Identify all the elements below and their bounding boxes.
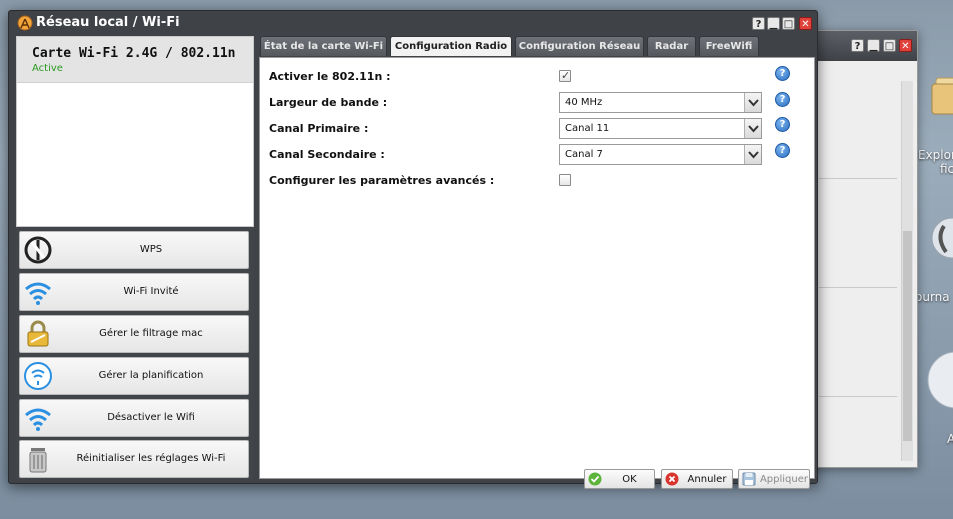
chevron-down-icon[interactable] <box>744 145 761 164</box>
apply-label: Appliquer <box>759 474 809 485</box>
help-icon[interactable]: ? <box>775 143 790 158</box>
chevron-down-icon[interactable] <box>744 119 761 138</box>
mac-filter-button[interactable]: Gérer le filtrage mac <box>19 315 249 353</box>
bg-maximize-button[interactable]: □ <box>883 39 896 52</box>
bandwidth-select[interactable]: 40 MHz <box>559 92 762 113</box>
schedule-button[interactable]: Gérer la planification <box>19 357 249 395</box>
wifi-icon <box>25 282 51 305</box>
device-item-wifi[interactable]: Carte Wi-Fi 2.4G / 802.11n Active <box>17 37 253 83</box>
guest-wifi-label: Wi-Fi Invité <box>123 286 179 297</box>
apply-button[interactable]: Appliquer <box>738 469 810 489</box>
help-icon[interactable]: ? <box>775 117 790 132</box>
checkmark-icon: ✓ <box>561 69 571 82</box>
minimize-button[interactable]: ▁ <box>767 17 780 30</box>
desktop-label-explorer: Explor <box>918 148 953 162</box>
ok-label: OK <box>622 474 637 485</box>
ok-button[interactable]: OK <box>584 469 655 489</box>
tab-radar[interactable]: Radar <box>647 36 696 56</box>
enable-80211n-label: Activer le 802.11n : <box>269 70 391 83</box>
primary-channel-select[interactable]: Canal 11 <box>559 118 762 139</box>
device-name: Carte Wi-Fi 2.4G / 802.11n <box>32 46 236 61</box>
trash-icon <box>29 448 47 473</box>
cancel-label: Annuler <box>687 474 727 485</box>
desktop-label-files: fic <box>940 162 953 176</box>
disable-wifi-button[interactable]: Désactiver le Wifi <box>19 399 249 437</box>
window-title: Réseau local / Wi-Fi <box>36 15 180 30</box>
radio-config-panel: Activer le 802.11n : ✓ ? Largeur de band… <box>259 57 815 489</box>
mac-filter-label: Gérer le filtrage mac <box>99 328 203 339</box>
divider <box>819 396 897 397</box>
wps-icon <box>24 236 52 264</box>
scrollbar[interactable] <box>901 81 913 461</box>
enable-80211n-checkbox[interactable]: ✓ <box>559 69 571 82</box>
scrollbar-thumb[interactable] <box>903 231 912 441</box>
chevron-down-icon[interactable] <box>744 93 761 112</box>
desktop-label-journal: ourna <box>915 290 950 304</box>
device-status: Active <box>32 63 63 74</box>
guest-wifi-button[interactable]: Wi-Fi Invité <box>19 273 249 311</box>
lock-icon <box>27 320 49 347</box>
network-icon <box>17 15 33 31</box>
tab-network-config[interactable]: Configuration Réseau <box>515 36 644 56</box>
help-button[interactable]: ? <box>752 17 765 30</box>
advanced-settings-checkbox[interactable] <box>559 174 571 186</box>
device-list[interactable]: Carte Wi-Fi 2.4G / 802.11n Active <box>16 36 254 227</box>
reset-wifi-button[interactable]: Réinitialiser les réglages Wi-Fi <box>19 440 249 478</box>
bg-minimize-button[interactable]: ▁ <box>867 39 880 52</box>
tab-radio-config[interactable]: Configuration Radio <box>390 36 512 56</box>
save-icon <box>742 472 756 486</box>
disable-wifi-label: Désactiver le Wifi <box>107 412 195 423</box>
cancel-icon <box>665 472 679 486</box>
clock-icon[interactable] <box>926 345 953 415</box>
tab-wifi-status[interactable]: État de la carte Wi-Fi <box>260 36 387 56</box>
divider <box>819 287 897 288</box>
left-panel: Carte Wi-Fi 2.4G / 802.11n Active WPS Wi… <box>16 36 254 479</box>
secondary-channel-value: Canal 7 <box>565 149 603 160</box>
tab-freewifi[interactable]: FreeWifi <box>699 36 759 56</box>
primary-channel-label: Canal Primaire : <box>269 122 369 135</box>
primary-channel-value: Canal 11 <box>565 123 610 134</box>
maximize-button[interactable]: □ <box>782 17 795 30</box>
bg-help-button[interactable]: ? <box>851 39 864 52</box>
window-titlebar[interactable]: Réseau local / Wi-Fi ? ▁ □ ✕ <box>9 11 817 35</box>
wps-button[interactable]: WPS <box>19 231 249 269</box>
desktop-label-a: A <box>947 432 953 446</box>
check-icon <box>588 472 602 486</box>
help-icon[interactable]: ? <box>775 66 790 81</box>
wps-label: WPS <box>139 244 163 255</box>
help-icon[interactable]: ? <box>775 92 790 107</box>
close-button[interactable]: ✕ <box>799 17 812 30</box>
wifi-window[interactable]: Réseau local / Wi-Fi ? ▁ □ ✕ Carte Wi-Fi… <box>8 10 818 489</box>
bg-close-button[interactable]: ✕ <box>899 39 912 52</box>
divider <box>819 178 897 179</box>
schedule-icon <box>24 362 52 390</box>
secondary-channel-select[interactable]: Canal 7 <box>559 144 762 165</box>
file-explorer-icon[interactable] <box>928 70 953 122</box>
bandwidth-value: 40 MHz <box>565 97 603 108</box>
reset-wifi-label: Réinitialiser les réglages Wi-Fi <box>76 453 226 464</box>
bandwidth-label: Largeur de bande : <box>269 96 388 109</box>
secondary-channel-label: Canal Secondaire : <box>269 148 385 161</box>
wifi-icon <box>25 408 51 431</box>
phone-icon[interactable] <box>930 208 953 268</box>
advanced-settings-label: Configurer les paramètres avancés : <box>269 174 495 187</box>
cancel-button[interactable]: Annuler <box>661 469 733 489</box>
schedule-label: Gérer la planification <box>98 370 204 381</box>
